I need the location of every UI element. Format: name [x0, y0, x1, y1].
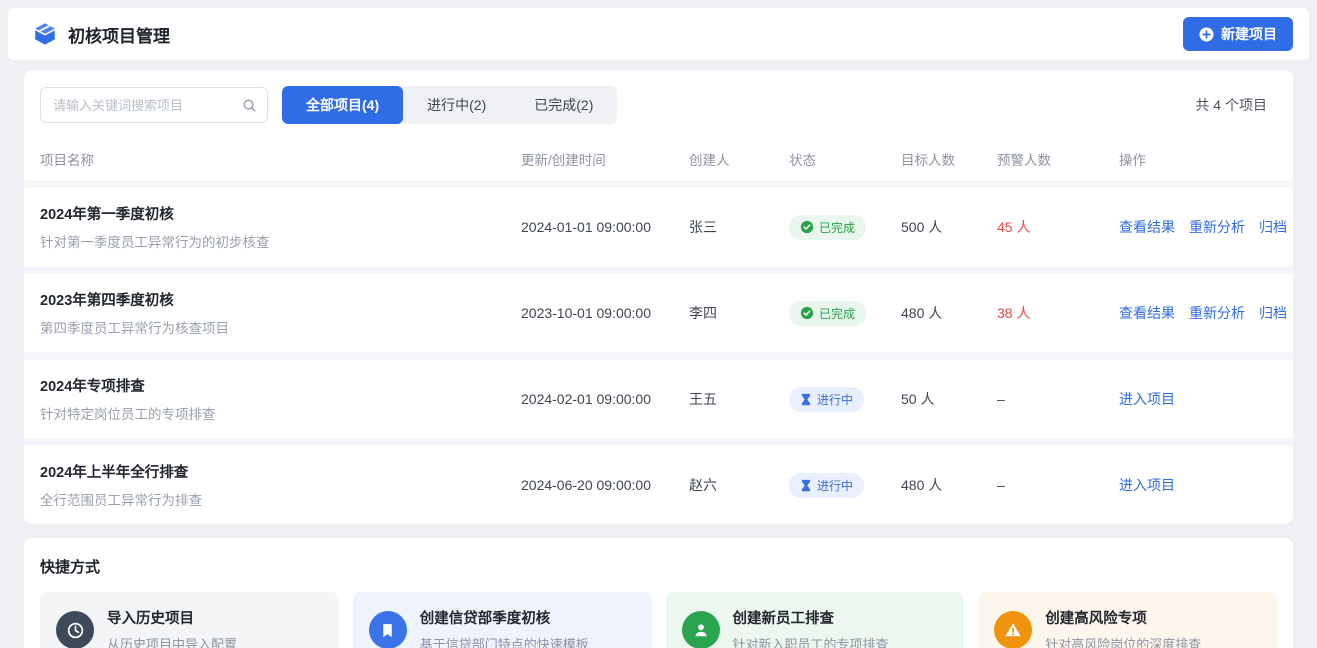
shortcut-description: 基于信贷部门特点的快速模板: [420, 634, 589, 648]
action-link[interactable]: 重新分析: [1189, 303, 1245, 323]
shortcut-description: 从历史项目中导入配置: [107, 634, 237, 648]
warning-count: 38 人: [997, 303, 1119, 323]
hourglass-icon: [800, 393, 812, 406]
project-description: 针对第一季度员工异常行为的初步核查: [40, 231, 521, 251]
toolbar: 全部项目(4)进行中(2)已完成(2) 共 4 个项目: [24, 70, 1293, 138]
cube-icon: [32, 21, 58, 47]
table-row: 2024年第一季度初核针对第一季度员工异常行为的初步核查2024-01-01 0…: [24, 180, 1293, 266]
action-link[interactable]: 归档: [1259, 303, 1287, 323]
action-link[interactable]: 查看结果: [1119, 303, 1175, 323]
project-list-card: 全部项目(4)进行中(2)已完成(2) 共 4 个项目 项目名称更新/创建时间创…: [24, 70, 1293, 524]
app-root: 初核项目管理 新建项目 全部项目(4)进行中(2) 已完成: [0, 0, 1317, 648]
shortcut-card-2[interactable]: 创建新员工排查针对新入职员工的专项排查: [666, 592, 965, 648]
creator: 张三: [689, 217, 789, 237]
shortcut-title: 导入历史项目: [107, 607, 237, 628]
column-header: 项目名称: [40, 149, 521, 169]
table-header: 项目名称更新/创建时间创建人状态目标人数预警人数操作: [24, 138, 1293, 180]
status-badge: 进行中: [789, 473, 864, 498]
top-bar: 初核项目管理 新建项目: [8, 8, 1309, 60]
tab-1[interactable]: 进行中(2): [403, 86, 510, 124]
shortcut-title: 创建高风险专项: [1045, 607, 1201, 628]
column-header: 目标人数: [901, 149, 997, 169]
action-link[interactable]: 重新分析: [1189, 217, 1245, 237]
search-icon[interactable]: [242, 98, 257, 113]
check-circle-icon: [800, 306, 814, 320]
project-name: 2024年上半年全行排查: [40, 461, 521, 482]
shortcut-description: 针对高风险岗位的深度排查: [1045, 634, 1201, 648]
target-count: 480 人: [901, 303, 997, 323]
project-name: 2023年第四季度初核: [40, 289, 521, 310]
creator: 王五: [689, 389, 789, 409]
project-description: 第四季度员工异常行为核查项目: [40, 317, 521, 337]
tab-2[interactable]: 已完成(2): [510, 86, 617, 124]
status-badge: 已完成: [789, 215, 866, 240]
row-actions: 进入项目: [1119, 475, 1277, 495]
status-badge: 进行中: [789, 387, 864, 412]
project-name: 2024年第一季度初核: [40, 203, 521, 224]
warning-count: 45 人: [997, 217, 1119, 237]
hourglass-icon: [800, 479, 812, 492]
column-header: 更新/创建时间: [521, 149, 689, 169]
column-header: 状态: [789, 149, 901, 169]
new-project-button[interactable]: 新建项目: [1183, 17, 1293, 51]
warning-icon: [994, 611, 1032, 648]
shortcut-title: 创建新员工排查: [733, 607, 889, 628]
project-name: 2024年专项排查: [40, 375, 521, 396]
row-actions: 查看结果重新分析归档: [1119, 303, 1277, 323]
row-actions: 进入项目: [1119, 389, 1277, 409]
row-actions: 查看结果重新分析归档: [1119, 217, 1277, 237]
column-header: 创建人: [689, 149, 789, 169]
action-link[interactable]: 查看结果: [1119, 217, 1175, 237]
status-badge: 已完成: [789, 301, 866, 326]
user-icon: [682, 611, 720, 648]
action-link[interactable]: 进入项目: [1119, 389, 1175, 409]
project-count: 共 4 个项目: [1195, 95, 1277, 115]
table-row: 2023年第四季度初核第四季度员工异常行为核查项目2023-10-01 09:0…: [24, 266, 1293, 352]
update-time: 2023-10-01 09:00:00: [521, 305, 689, 321]
filter-tabs: 全部项目(4)进行中(2)已完成(2): [282, 86, 617, 124]
warning-count: –: [997, 391, 1119, 407]
shortcut-description: 针对新入职员工的专项排查: [733, 634, 889, 648]
shortcuts-grid: 导入历史项目从历史项目中导入配置创建信贷部季度初核基于信贷部门特点的快速模板创建…: [40, 592, 1277, 648]
column-header: 预警人数: [997, 149, 1119, 169]
column-header: 操作: [1119, 149, 1277, 169]
creator: 赵六: [689, 475, 789, 495]
table-row: 2024年专项排查针对特定岗位员工的专项排查2024-02-01 09:00:0…: [24, 352, 1293, 438]
target-count: 50 人: [901, 389, 997, 409]
page-title: 初核项目管理: [68, 22, 170, 47]
creator: 李四: [689, 303, 789, 323]
update-time: 2024-06-20 09:00:00: [521, 477, 689, 493]
warning-count: –: [997, 477, 1119, 493]
shortcuts-title: 快捷方式: [40, 556, 1277, 577]
check-circle-icon: [800, 220, 814, 234]
search-input[interactable]: [53, 98, 242, 113]
update-time: 2024-01-01 09:00:00: [521, 219, 689, 235]
table-row: 2024年上半年全行排查全行范围员工异常行为排查2024-06-20 09:00…: [24, 438, 1293, 524]
target-count: 480 人: [901, 475, 997, 495]
tab-0[interactable]: 全部项目(4): [282, 86, 403, 124]
search-box: [40, 87, 268, 123]
table-body: 2024年第一季度初核针对第一季度员工异常行为的初步核查2024-01-01 0…: [24, 180, 1293, 524]
action-link[interactable]: 归档: [1259, 217, 1287, 237]
plus-circle-icon: [1199, 27, 1214, 42]
shortcut-card-0[interactable]: 导入历史项目从历史项目中导入配置: [40, 592, 339, 648]
shortcut-title: 创建信贷部季度初核: [420, 607, 589, 628]
project-description: 全行范围员工异常行为排查: [40, 489, 521, 509]
shortcut-card-1[interactable]: 创建信贷部季度初核基于信贷部门特点的快速模板: [353, 592, 652, 648]
shortcut-card-3[interactable]: 创建高风险专项针对高风险岗位的深度排查: [978, 592, 1277, 648]
update-time: 2024-02-01 09:00:00: [521, 391, 689, 407]
clock-icon: [56, 611, 94, 648]
target-count: 500 人: [901, 217, 997, 237]
project-description: 针对特定岗位员工的专项排查: [40, 403, 521, 423]
bookmark-icon: [369, 611, 407, 648]
shortcuts-card: 快捷方式 导入历史项目从历史项目中导入配置创建信贷部季度初核基于信贷部门特点的快…: [24, 538, 1293, 648]
action-link[interactable]: 进入项目: [1119, 475, 1175, 495]
